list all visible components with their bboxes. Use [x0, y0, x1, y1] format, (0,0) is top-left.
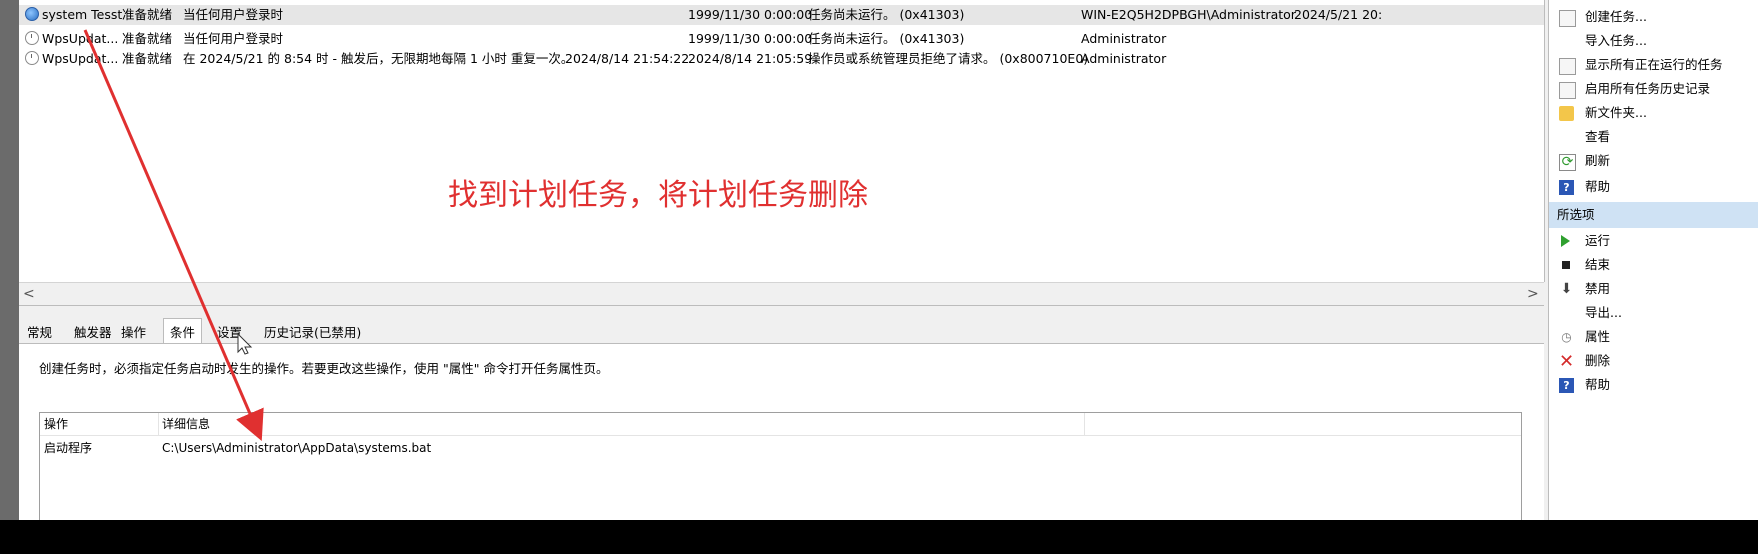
- properties-action[interactable]: ◷ 属性: [1549, 324, 1758, 350]
- create-task-action[interactable]: 创建任务...: [1549, 4, 1758, 30]
- refresh-icon: ⟳: [1559, 154, 1576, 171]
- new-folder-action[interactable]: 新文件夹...: [1549, 100, 1758, 126]
- delete-x-icon: ✕: [1559, 351, 1575, 372]
- actions-pane: 创建任务... 导入任务... 显示所有正在运行的任务 启用所有任务历史记录 新…: [1548, 0, 1758, 520]
- column-header-details[interactable]: 详细信息: [162, 413, 210, 435]
- action-type: 启动程序: [44, 441, 93, 455]
- refresh-action[interactable]: ⟳ 刷新: [1549, 148, 1758, 174]
- task-status: 准备就绪: [122, 7, 173, 22]
- disable-arrow-icon: ⬇: [1560, 281, 1573, 297]
- tab-actions[interactable]: 操作: [121, 322, 146, 341]
- view-action[interactable]: 查看: [1549, 124, 1758, 150]
- task-author: Administrator: [1081, 51, 1167, 66]
- horizontal-scrollbar[interactable]: < >: [19, 282, 1544, 306]
- scroll-right-icon[interactable]: >: [1527, 286, 1539, 302]
- task-name: system Tesst: [42, 7, 123, 22]
- create-task-icon: [1559, 10, 1576, 27]
- task-author: Administrator: [1081, 31, 1167, 46]
- task-result: 任务尚未运行。 (0x41303): [808, 31, 965, 46]
- clock-icon: [25, 31, 39, 45]
- task-created: 2024/5/21 20:: [1294, 7, 1383, 22]
- task-status: 准备就绪: [122, 51, 173, 66]
- annotation-text: 找到计划任务，将计划任务删除: [448, 178, 868, 213]
- import-task-action[interactable]: 导入任务...: [1549, 28, 1758, 54]
- task-last-run: 1999/11/30 0:00:00: [688, 7, 813, 22]
- panel-description: 创建任务时，必须指定任务启动时发生的操作。若要更改这些操作，使用 "属性" 命令…: [39, 361, 609, 376]
- task-name: WpsUpdat...: [42, 51, 119, 66]
- task-list[interactable]: system Tesst 准备就绪 当任何用户登录时 1999/11/30 0:…: [19, 0, 1545, 282]
- task-trigger: 当任何用户登录时: [183, 7, 284, 22]
- folder-icon: [1559, 106, 1574, 121]
- delete-action[interactable]: ✕ 删除: [1549, 348, 1758, 374]
- tab-general[interactable]: 常规: [27, 322, 52, 341]
- actions-table: 操作 详细信息 启动程序 C:\Users\Administrator\AppD…: [39, 412, 1522, 524]
- export-action[interactable]: 导出...: [1549, 300, 1758, 326]
- enable-history-action[interactable]: 启用所有任务历史记录: [1549, 76, 1758, 102]
- help-action[interactable]: ? 帮助: [1549, 174, 1758, 200]
- clock-icon: [25, 51, 39, 65]
- show-running-tasks-action[interactable]: 显示所有正在运行的任务: [1549, 52, 1758, 78]
- stop-icon: [1562, 261, 1570, 269]
- help-icon: ?: [1559, 378, 1574, 393]
- help-icon: ?: [1559, 180, 1574, 195]
- task-trigger: 当任何用户登录时: [183, 31, 284, 46]
- task-result: 操作员或系统管理员拒绝了请求。 (0x800710E0): [808, 51, 1089, 66]
- window-edge: [0, 0, 19, 554]
- tab-history[interactable]: 历史记录(已禁用): [264, 322, 361, 341]
- task-row[interactable]: WpsUpdat... 准备就绪 在 2024/5/21 的 8:54 时 - …: [19, 49, 1544, 69]
- tab-panel: 创建任务时，必须指定任务启动时发生的操作。若要更改这些操作，使用 "属性" 命令…: [19, 343, 1544, 524]
- column-header-action[interactable]: 操作: [44, 413, 68, 435]
- task-author: WIN-E2Q5H2DPBGH\Administrator: [1081, 7, 1296, 22]
- task-status: 准备就绪: [122, 31, 173, 46]
- running-tasks-icon: [1559, 58, 1576, 75]
- bottom-bar: [0, 520, 1758, 554]
- history-icon: [1559, 82, 1576, 99]
- help-selected-action[interactable]: ? 帮助: [1549, 372, 1758, 398]
- table-row[interactable]: 启动程序 C:\Users\Administrator\AppData\syst…: [40, 437, 1521, 459]
- end-action[interactable]: 结束: [1549, 252, 1758, 278]
- task-result: 任务尚未运行。 (0x41303): [808, 7, 965, 22]
- task-last-run: 2024/8/14 21:05:59: [688, 51, 813, 66]
- scroll-left-icon[interactable]: <: [23, 286, 35, 302]
- disable-action[interactable]: ⬇ 禁用: [1549, 276, 1758, 302]
- task-name: WpsUpdat...: [42, 31, 119, 46]
- tab-triggers[interactable]: 触发器: [74, 322, 112, 341]
- task-row[interactable]: WpsUpdat... 准备就绪 当任何用户登录时 1999/11/30 0:0…: [19, 29, 1544, 49]
- task-last-run: 1999/11/30 0:00:00: [688, 31, 813, 46]
- task-trigger: 在 2024/5/21 的 8:54 时 - 触发后，无限期地每隔 1 小时 重…: [183, 51, 574, 66]
- run-action[interactable]: 运行: [1549, 228, 1758, 254]
- play-icon: [1561, 235, 1570, 247]
- clock-icon: [25, 7, 39, 21]
- action-details: C:\Users\Administrator\AppData\systems.b…: [162, 441, 432, 455]
- table-header: 操作 详细信息: [40, 413, 1521, 436]
- task-next-run: 2024/8/14 21:54:22: [565, 51, 690, 66]
- mouse-cursor-icon: [237, 332, 253, 355]
- selected-item-section-header[interactable]: 所选项: [1549, 202, 1758, 228]
- properties-icon: ◷: [1561, 330, 1572, 344]
- task-row[interactable]: system Tesst 准备就绪 当任何用户登录时 1999/11/30 0:…: [19, 5, 1544, 25]
